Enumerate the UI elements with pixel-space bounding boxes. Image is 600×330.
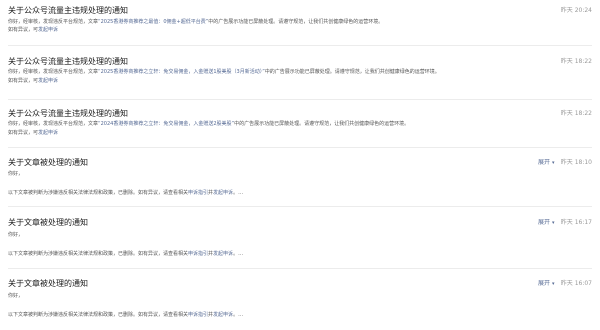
chevron-down-icon: ▾ xyxy=(552,160,555,166)
notification-body: 你好，经审核，发现违反平台规范，文章“2025香港券商推荐之立轩：免交易佣金，入… xyxy=(8,68,440,76)
appeal-link[interactable]: 发起申诉 xyxy=(213,312,233,318)
footer-prefix: 如有异议，可 xyxy=(8,78,39,84)
greeting: 你好， xyxy=(8,171,24,177)
notification-body: 以下文章被判断为涉嫌违反相关法律法规和政策，已删除。如有异议，请查看相关申诉指引… xyxy=(8,250,243,258)
notification-item[interactable]: 关于公众号流量主违规处理的通知 昨天 18:22 你好，经审核，发现违反平台规范… xyxy=(0,46,600,99)
notification-title: 关于文章被处理的通知 xyxy=(8,279,88,288)
body-suffix: 中的广告展示功能已屏蔽处理。请遵守规范，让我们共创健康绿色的运营环境。 xyxy=(264,69,440,75)
body-end: 。… xyxy=(233,312,244,318)
expand-toggle[interactable]: 展开 ▾ xyxy=(538,280,555,288)
body-prefix: 你好，经审核，发现违反平台规范，文章 xyxy=(8,19,99,25)
greeting: 你好， xyxy=(8,293,24,299)
expand-toggle[interactable]: 展开 ▾ xyxy=(538,219,555,227)
appeal-link[interactable]: 发起申诉 xyxy=(38,130,58,136)
article-notice-item[interactable]: 关于文章被处理的通知 展开 ▾ 昨天 16:07 你好， 以下文章被判断为涉嫌违反… xyxy=(0,269,600,330)
notification-time: 昨天 16:17 xyxy=(560,219,592,226)
notification-footer: 如有异议，可发起申诉 xyxy=(8,129,58,137)
notification-body: 你好，经审核，发现违反平台规范，文章“2024香港券商推荐之立轩：免交易佣金，入… xyxy=(8,120,409,128)
chevron-down-icon: ▾ xyxy=(552,220,555,226)
notification-body: 以下文章被判断为涉嫌违反相关法律法规和政策，已删除。如有异议，请查看相关申诉指引… xyxy=(8,189,243,197)
article-title-link[interactable]: “2025香港券商推荐之立轩：免交易佣金，入金赠送1股美股（3月新活动）” xyxy=(98,69,265,75)
notification-body: 以下文章被判断为涉嫌违反相关法律法规和政策，已删除。如有异议，请查看相关申诉指引… xyxy=(8,311,243,319)
notification-title: 关于公众号流量主违规处理的通知 xyxy=(8,109,128,118)
expand-label: 展开 xyxy=(538,159,551,166)
body-end: 。… xyxy=(233,190,244,196)
appeal-link[interactable]: 发起申诉 xyxy=(213,190,233,196)
notification-item[interactable]: 关于公众号流量主违规处理的通知 昨天 18:22 你好，经审核，发现违反平台规范… xyxy=(0,100,600,148)
greeting: 你好， xyxy=(8,232,24,238)
notification-item[interactable]: 关于公众号流量主违规处理的通知 昨天 20:24 你好，经审核，发现违反平台规范… xyxy=(0,0,600,46)
article-notice-item[interactable]: 关于文章被处理的通知 展开 ▾ 昨天 18:10 你好， 以下文章被判断为涉嫌违反… xyxy=(0,148,600,206)
body-prefix: 你好，经审核，发现违反平台规范，文章 xyxy=(8,121,99,127)
expand-toggle[interactable]: 展开 ▾ xyxy=(538,159,555,167)
footer-prefix: 如有异议，可 xyxy=(8,27,39,33)
body-prefix: 以下文章被判断为涉嫌违反相关法律法规和政策，已删除。如有异议，请查看相关 xyxy=(8,251,189,257)
body-suffix: 中的广告展示功能已屏蔽处理。请遵守规范，让我们共创健康绿色的运营环境。 xyxy=(208,19,384,25)
appeal-link[interactable]: 发起申诉 xyxy=(38,78,58,84)
notification-title: 关于公众号流量主违规处理的通知 xyxy=(8,6,128,15)
notification-time: 昨天 18:22 xyxy=(560,58,592,65)
body-prefix: 以下文章被判断为涉嫌违反相关法律法规和政策，已删除。如有异议，请查看相关 xyxy=(8,190,189,196)
body-prefix: 以下文章被判断为涉嫌违反相关法律法规和政策，已删除。如有异议，请查看相关 xyxy=(8,312,189,318)
chevron-down-icon: ▾ xyxy=(552,281,555,287)
notification-time: 昨天 18:22 xyxy=(560,110,592,117)
article-title-link[interactable]: “2025香港券商推荐之最值：0佣金+超低平台费” xyxy=(98,19,208,25)
notification-body: 你好，经审核，发现违反平台规范，文章“2025香港券商推荐之最值：0佣金+超低平… xyxy=(8,18,383,26)
notification-time: 昨天 16:07 xyxy=(560,280,592,287)
article-title-link[interactable]: “2024香港券商推荐之立轩：免交易佣金，入金赠送2股美股” xyxy=(98,121,234,127)
appeal-guide-link[interactable]: 申诉指引 xyxy=(188,190,208,196)
notification-footer: 如有异议，可发起申诉 xyxy=(8,77,58,85)
appeal-link[interactable]: 发起申诉 xyxy=(213,251,233,257)
notification-title: 关于公众号流量主违规处理的通知 xyxy=(8,57,128,66)
article-notice-item[interactable]: 关于文章被处理的通知 展开 ▾ 昨天 16:17 你好， 以下文章被判断为涉嫌违反… xyxy=(0,207,600,268)
notification-title: 关于文章被处理的通知 xyxy=(8,158,88,167)
appeal-guide-link[interactable]: 申诉指引 xyxy=(188,312,208,318)
notification-time: 昨天 20:24 xyxy=(560,7,592,14)
notification-time: 昨天 18:10 xyxy=(560,159,592,166)
appeal-guide-link[interactable]: 申诉指引 xyxy=(188,251,208,257)
body-end: 。… xyxy=(233,251,244,257)
footer-prefix: 如有异议，可 xyxy=(8,130,39,136)
body-prefix: 你好，经审核，发现违反平台规范，文章 xyxy=(8,69,99,75)
body-suffix: 中的广告展示功能已屏蔽处理。请遵守规范，让我们共创健康绿色的运营环境。 xyxy=(234,121,410,127)
expand-label: 展开 xyxy=(538,280,551,287)
expand-label: 展开 xyxy=(538,219,551,226)
notification-footer: 如有异议，可发起申诉 xyxy=(8,26,58,34)
notification-title: 关于文章被处理的通知 xyxy=(8,218,88,227)
appeal-link[interactable]: 发起申诉 xyxy=(38,27,58,33)
